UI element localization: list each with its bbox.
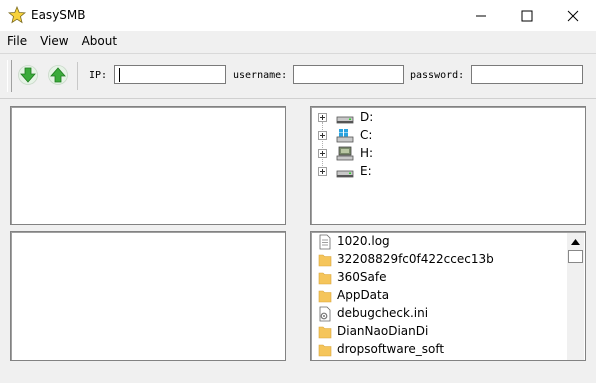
app-window: EasySMB File View About IP: username: pa… (0, 0, 596, 383)
arrow-up-icon[interactable] (47, 64, 69, 86)
tree-item-h[interactable]: H: (316, 145, 576, 163)
username-label: username: (233, 70, 288, 81)
password-input[interactable] (471, 65, 583, 84)
username-input[interactable] (293, 65, 404, 84)
folder-item[interactable]: 32208829fc0f422ccec13b (316, 251, 566, 269)
remote-file-panel[interactable] (10, 231, 286, 361)
file-label: DianNaoDianDi (337, 324, 429, 338)
tree-item-e[interactable]: E: (316, 163, 576, 181)
text-caret (119, 68, 120, 82)
scroll-thumb[interactable] (568, 250, 583, 263)
tree-item-c[interactable]: C: (316, 127, 576, 145)
local-drive-tree[interactable]: D: C: H: E: (310, 106, 586, 225)
tree-item-d[interactable]: D: (316, 109, 576, 127)
maximize-button[interactable] (504, 0, 550, 31)
file-label: AppData (337, 288, 390, 302)
arrow-down-icon[interactable] (17, 64, 39, 86)
folder-item[interactable]: 360Safe (316, 269, 566, 287)
folder-icon (318, 326, 332, 339)
tree-label: H: (360, 146, 374, 160)
minimize-button[interactable] (458, 0, 504, 31)
title-bar[interactable]: EasySMB (0, 0, 596, 31)
local-file-list[interactable]: 1020.log 32208829fc0f422ccec13b 360Safe … (310, 231, 586, 361)
vertical-scrollbar[interactable] (567, 233, 584, 360)
menu-about[interactable]: About (75, 31, 123, 52)
ip-label: IP: (89, 70, 108, 81)
window-title: EasySMB (31, 8, 86, 22)
file-item[interactable]: 1020.log (316, 233, 566, 251)
drive-icon (336, 170, 354, 178)
file-item[interactable]: debugcheck.ini (316, 305, 566, 323)
tree-label: D: (360, 110, 374, 124)
menu-file[interactable]: File (0, 31, 33, 52)
expand-plus-icon[interactable] (318, 113, 327, 122)
expand-plus-icon[interactable] (318, 149, 327, 158)
toolbar-grip[interactable] (7, 60, 12, 92)
file-label: debugcheck.ini (337, 306, 429, 320)
expand-plus-icon[interactable] (318, 131, 327, 140)
windows-drive-icon (336, 129, 354, 143)
status-strip (0, 365, 596, 383)
remote-tree-panel[interactable] (10, 106, 286, 225)
folder-item[interactable]: AppData (316, 287, 566, 305)
tree-label: E: (360, 164, 372, 178)
tree-label: C: (360, 128, 373, 142)
network-drive-icon (336, 146, 354, 161)
folder-icon (318, 272, 332, 285)
minimize-icon (476, 15, 486, 16)
menu-bar: File View About (0, 31, 596, 52)
settings-file-icon (319, 306, 331, 322)
folder-item[interactable]: DianNaoDianDi (316, 323, 566, 341)
menu-view[interactable]: View (33, 31, 74, 52)
expand-plus-icon[interactable] (318, 167, 327, 176)
file-label: 360Safe (337, 270, 387, 284)
file-label: 32208829fc0f422ccec13b (337, 252, 494, 266)
folder-icon (318, 344, 332, 357)
drive-icon (336, 116, 354, 124)
folder-icon (318, 254, 332, 267)
folder-item[interactable]: dropsoftware_soft (316, 341, 566, 359)
close-button[interactable] (550, 0, 596, 31)
ip-input[interactable] (114, 65, 226, 84)
scroll-up-button[interactable] (567, 233, 584, 250)
toolbar: IP: username: password: (0, 53, 596, 99)
password-label: password: (410, 70, 465, 81)
scroll-up-icon (571, 238, 580, 245)
file-label: 1020.log (337, 234, 390, 248)
maximize-icon (521, 10, 533, 21)
toolbar-separator (77, 62, 78, 90)
file-label: dropsoftware_soft (337, 342, 445, 356)
close-icon (567, 10, 579, 21)
star-icon (8, 6, 26, 24)
text-file-icon (319, 234, 331, 250)
folder-icon (318, 290, 332, 303)
